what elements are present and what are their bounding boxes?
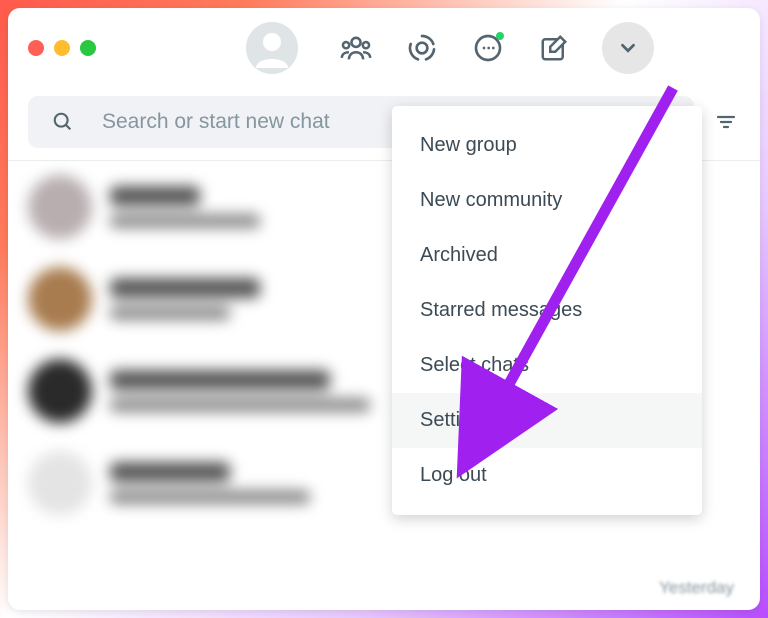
menu-item-log-out[interactable]: Log out — [392, 448, 702, 503]
status-icon — [406, 32, 438, 64]
new-indicator-dot — [496, 32, 504, 40]
menu-item-starred[interactable]: Starred messages — [392, 283, 702, 338]
zoom-window-button[interactable] — [80, 40, 96, 56]
communities-icon — [339, 31, 373, 65]
avatar-placeholder-icon — [246, 22, 298, 74]
menu-item-new-group[interactable]: New group — [392, 118, 702, 173]
chat-timestamp: Yesterday — [659, 578, 734, 598]
header-actions — [338, 30, 572, 66]
menu-item-new-community[interactable]: New community — [392, 173, 702, 228]
profile-avatar-button[interactable] — [246, 22, 298, 74]
filter-button[interactable] — [712, 108, 740, 136]
menu-button[interactable] — [602, 22, 654, 74]
status-button[interactable] — [404, 30, 440, 66]
compose-icon — [539, 33, 569, 63]
communities-button[interactable] — [338, 30, 374, 66]
search-icon — [52, 111, 74, 133]
titlebar — [8, 8, 760, 88]
app-window: New group New community Archived Starred… — [8, 8, 760, 610]
chevron-down-icon — [617, 37, 639, 59]
menu-item-archived[interactable]: Archived — [392, 228, 702, 283]
menu-dropdown: New group New community Archived Starred… — [392, 106, 702, 515]
filter-icon — [714, 110, 738, 134]
window-controls — [28, 40, 96, 56]
minimize-window-button[interactable] — [54, 40, 70, 56]
channels-button[interactable] — [470, 30, 506, 66]
menu-item-select-chats[interactable]: Select chats — [392, 338, 702, 393]
desktop-background: New group New community Archived Starred… — [0, 0, 768, 618]
close-window-button[interactable] — [28, 40, 44, 56]
menu-item-settings[interactable]: Settings — [392, 393, 702, 448]
new-chat-button[interactable] — [536, 30, 572, 66]
